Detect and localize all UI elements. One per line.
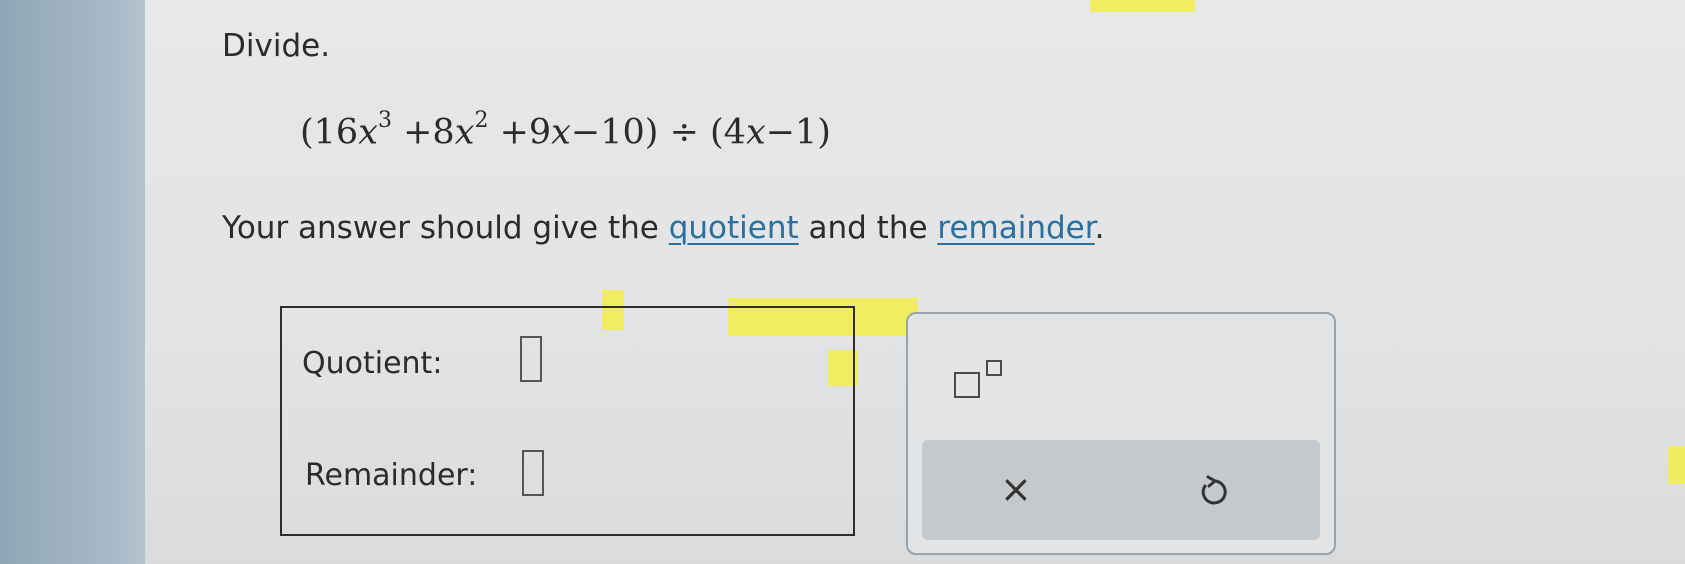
equation-variable: x <box>358 112 378 153</box>
exponent-base-box <box>954 372 980 398</box>
equation-exponent: 2 <box>474 108 489 133</box>
highlight-mark <box>1668 446 1685 484</box>
remainder-label: Remainder: <box>305 458 478 493</box>
undo-icon[interactable] <box>1196 474 1232 510</box>
answer-prompt: Your answer should give the quotient and… <box>222 210 1105 246</box>
exponent-power-box <box>986 360 1002 376</box>
prompt-text: and the <box>798 210 938 246</box>
equation-variable: x <box>551 112 571 153</box>
equation-part: (16 <box>300 112 359 153</box>
background-left-strip <box>0 0 145 564</box>
quotient-label: Quotient: <box>302 346 443 381</box>
equation-part: −10) ÷ (4 <box>570 112 746 153</box>
division-equation: (16x3 +8x2 +9x−10) ÷ (4x−1) <box>300 108 831 153</box>
prompt-text: Your answer should give the <box>222 210 669 246</box>
instruction-text: Divide. <box>222 28 331 64</box>
equation-variable: x <box>745 112 766 153</box>
equation-part: +8 <box>391 112 455 153</box>
highlight-mark <box>1090 0 1195 12</box>
quotient-definition-link[interactable]: quotient <box>669 210 799 246</box>
remainder-definition-link[interactable]: remainder <box>937 210 1094 246</box>
superscript-template-icon[interactable] <box>950 358 1020 408</box>
answer-box <box>280 306 855 536</box>
prompt-text: . <box>1094 210 1105 246</box>
quotient-input[interactable] <box>520 336 542 382</box>
action-bar <box>922 440 1320 540</box>
equation-part: +9 <box>488 112 552 153</box>
equation-exponent: 3 <box>377 108 392 133</box>
remainder-input[interactable] <box>522 450 544 496</box>
x-icon[interactable]: × <box>1000 470 1032 508</box>
equation-variable: x <box>454 112 475 153</box>
equation-part: −1) <box>765 112 831 153</box>
